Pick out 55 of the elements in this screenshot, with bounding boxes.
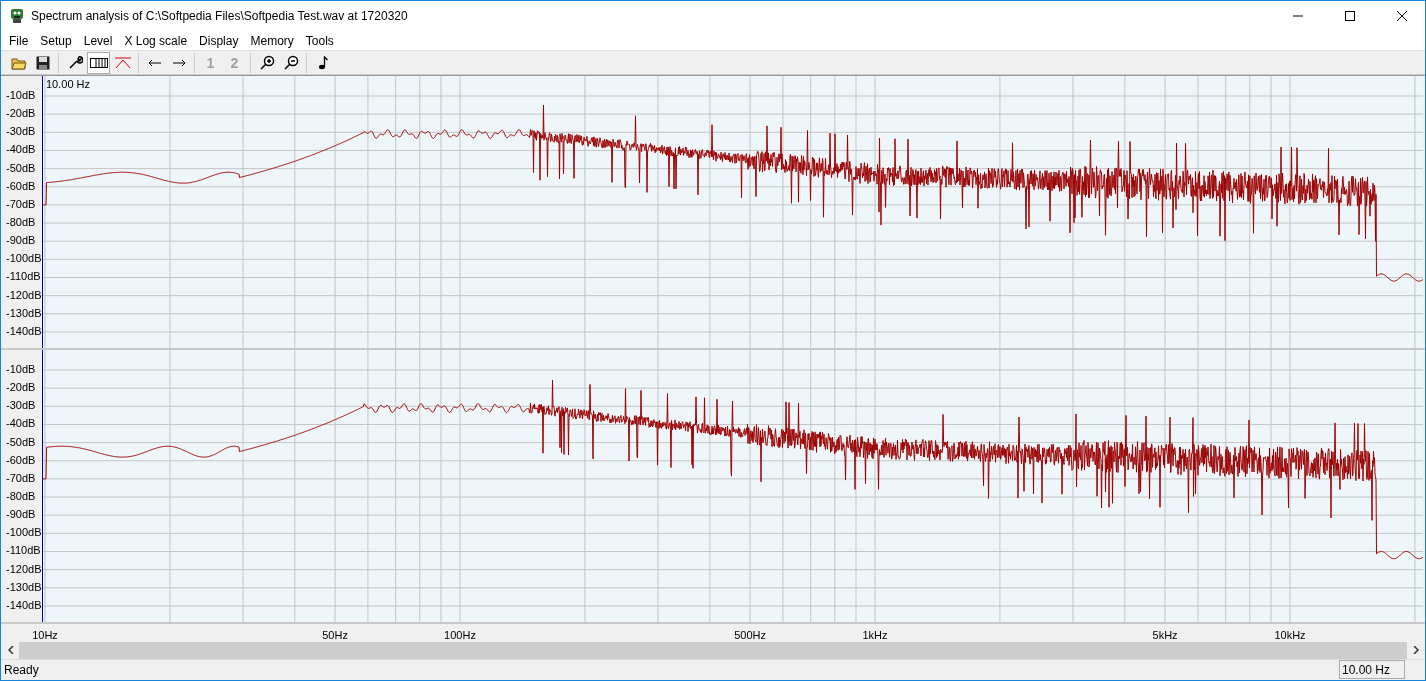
menu-item[interactable]: X Log scale xyxy=(118,33,194,48)
axis-label: -70dB xyxy=(6,197,36,210)
axis-label: -120dB xyxy=(6,562,42,575)
horizontal-scrollbar[interactable] xyxy=(2,641,1424,659)
axis-label: 10Hz xyxy=(32,628,58,641)
axis-label: 5kHz xyxy=(1152,628,1178,641)
axis-label: -80dB xyxy=(6,216,36,228)
axis-label: 500Hz xyxy=(734,628,766,641)
axis-label: -40dB xyxy=(6,143,36,156)
axis-label: -30dB xyxy=(6,125,36,138)
axis-label: -70dB xyxy=(6,471,36,484)
chevron-right-icon xyxy=(1412,646,1419,655)
axis-label: -90dB xyxy=(6,508,36,521)
axis-label: -100dB xyxy=(6,526,42,539)
axis-label: -100dB xyxy=(6,252,42,265)
axis-label: -30dB xyxy=(6,399,36,412)
menu-item[interactable]: Tools xyxy=(299,33,340,48)
maximize-icon xyxy=(1345,11,1355,21)
menu-item[interactable]: File xyxy=(3,33,35,48)
menu-item[interactable]: Setup xyxy=(34,33,78,48)
axis-label: -60dB xyxy=(6,453,36,466)
axis-label: -130dB xyxy=(6,580,42,593)
axis-label: -10dB xyxy=(6,88,36,101)
axis-label: 1kHz xyxy=(862,628,888,641)
axis-label: -20dB xyxy=(6,107,36,120)
axis-label: -50dB xyxy=(6,161,36,174)
close-icon xyxy=(1397,11,1407,21)
axis-label: -50dB xyxy=(6,435,36,448)
scroll-right-button[interactable] xyxy=(1407,641,1424,659)
cursor-frequency: 10.00 Hz xyxy=(46,77,91,90)
status-frequency: 10.00 Hz xyxy=(1339,660,1405,680)
axis-label: -20dB xyxy=(6,381,36,394)
bars-icon[interactable] xyxy=(87,51,110,74)
axis-label: 100Hz xyxy=(444,628,476,641)
axis-label: 50Hz xyxy=(322,628,348,641)
axis-label: 10kHz xyxy=(1274,628,1306,641)
chevron-left-icon xyxy=(7,646,14,655)
axis-label: -40dB xyxy=(6,417,36,430)
menu-item[interactable]: Level xyxy=(77,33,119,48)
axis-label: -130dB xyxy=(6,306,42,319)
app-icon xyxy=(9,8,25,24)
axis-label: -90dB xyxy=(6,234,36,247)
window-title: Spectrum analysis of C:\Softpedia Files\Softpedia Test.wav at 1720320 xyxy=(31,9,409,23)
axis-label: -140dB xyxy=(6,324,42,337)
menu-item[interactable]: Memory xyxy=(244,33,300,48)
status-text: Ready xyxy=(4,663,40,677)
axis-label: -110dB xyxy=(6,544,41,557)
axis-label: -120dB xyxy=(6,288,42,301)
axis-label: -110dB xyxy=(6,270,41,283)
menu-item[interactable]: Display xyxy=(193,33,245,48)
axis-label: -10dB xyxy=(6,362,36,375)
axis-label: -140dB xyxy=(6,598,42,611)
scroll-left-button[interactable] xyxy=(2,641,19,659)
axis-label: -80dB xyxy=(6,490,36,502)
axis-label: -60dB xyxy=(6,179,36,192)
